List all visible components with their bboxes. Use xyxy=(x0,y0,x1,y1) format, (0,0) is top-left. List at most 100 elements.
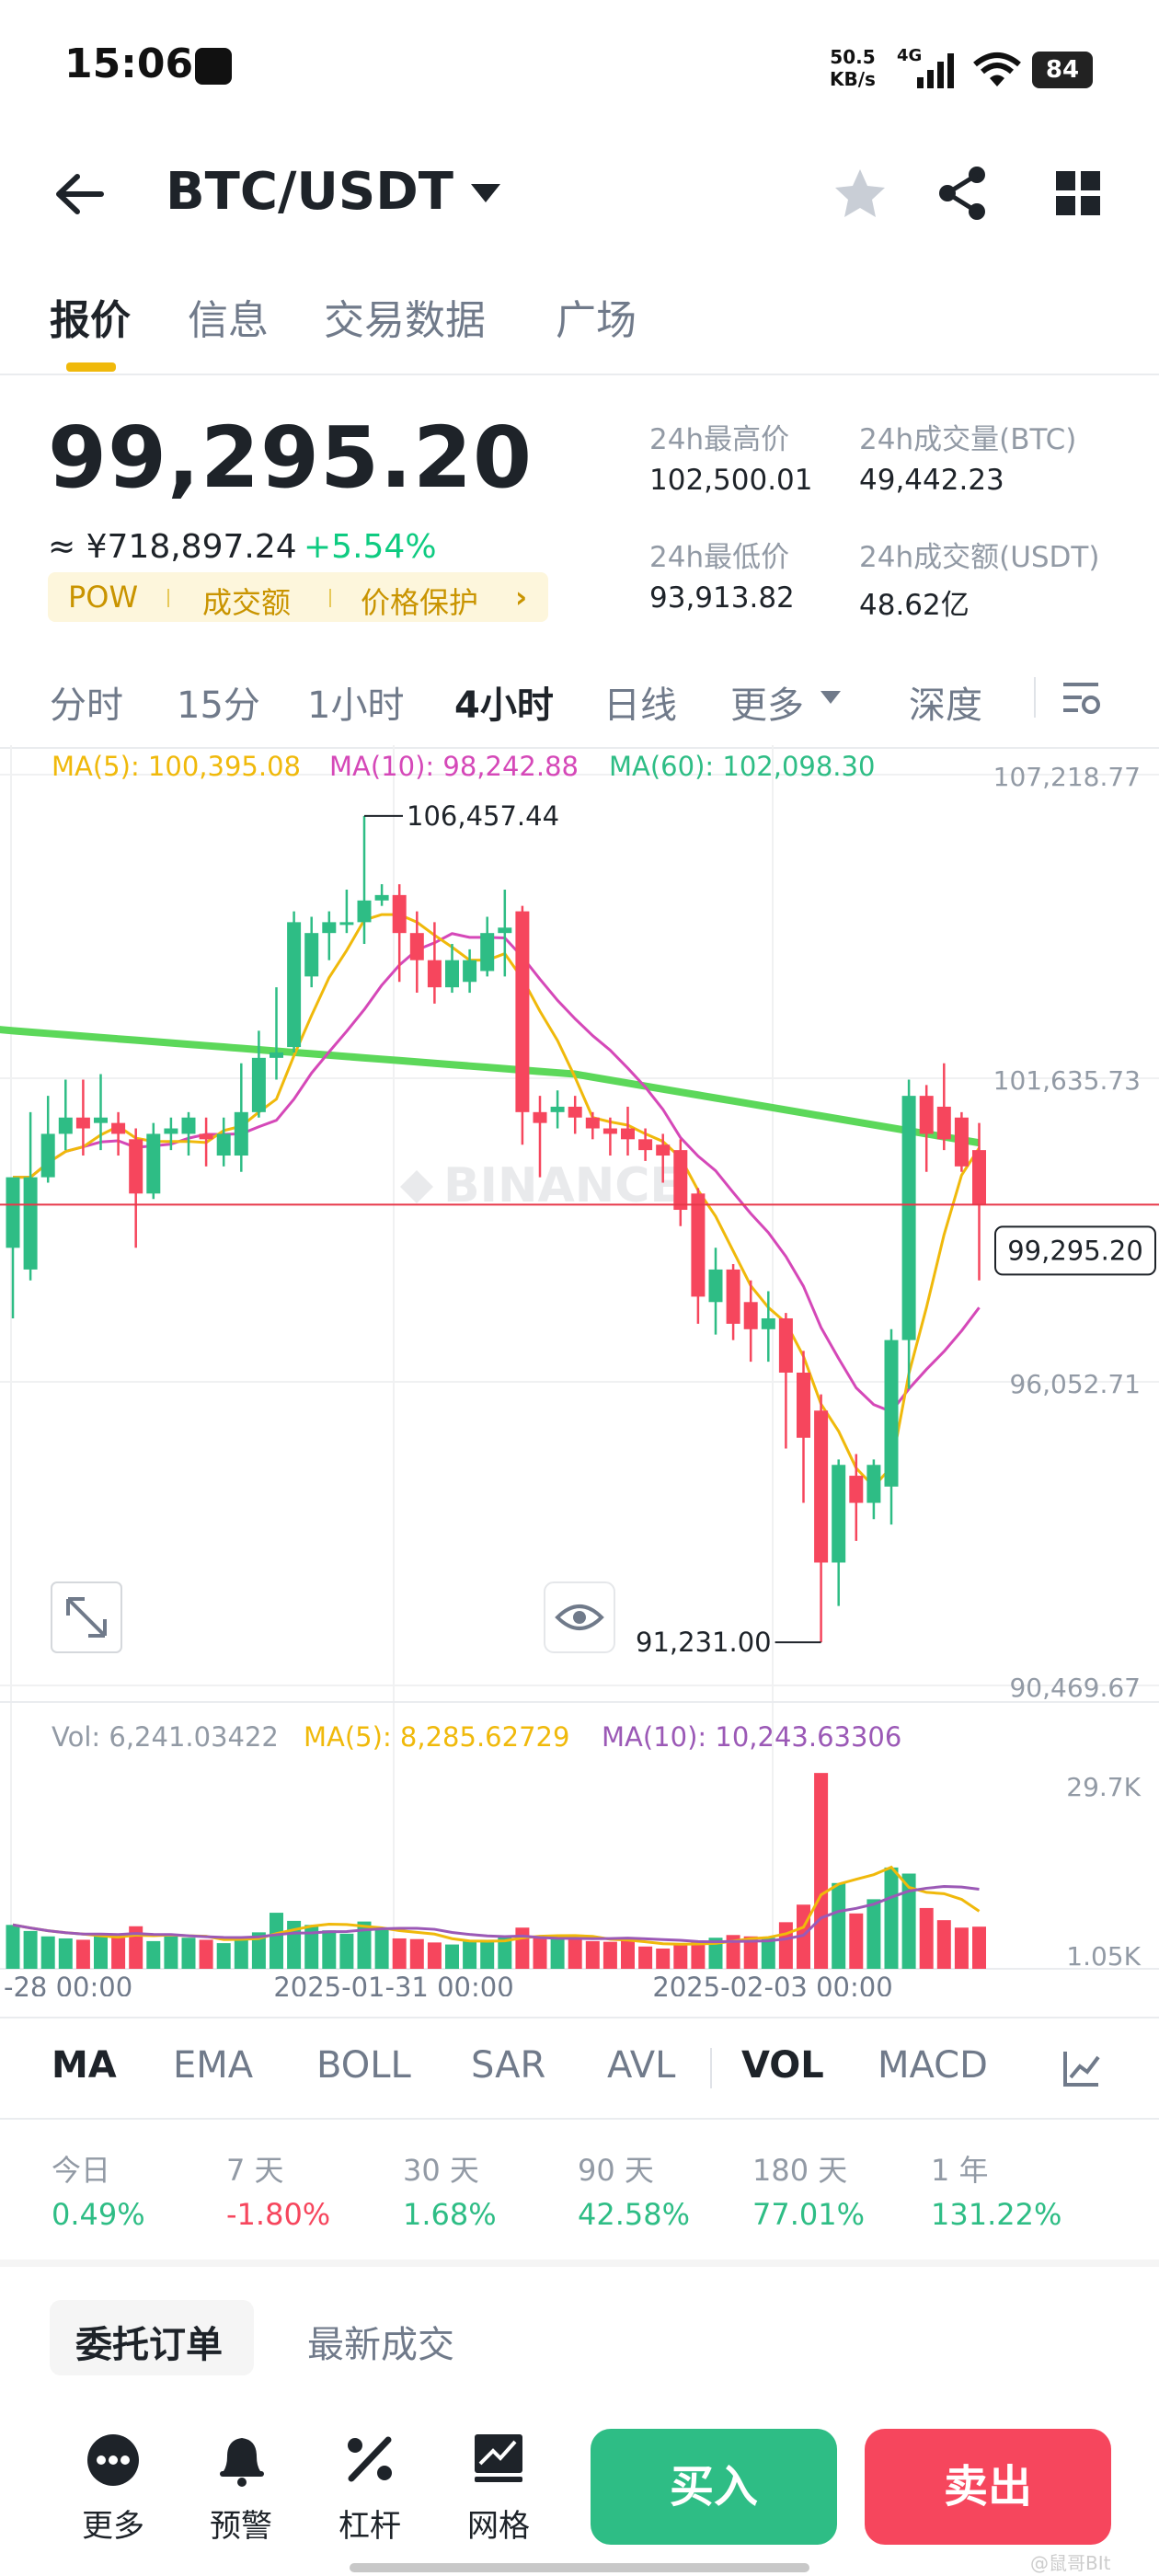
star-icon[interactable] xyxy=(833,167,887,219)
volume-bar xyxy=(199,1939,213,1969)
ma60-path xyxy=(0,1026,981,1147)
interval-15m[interactable]: 15分 xyxy=(177,675,260,729)
nav-more-label[interactable]: 更多 xyxy=(82,2501,144,2546)
nav-leverage-label[interactable]: 杠杆 xyxy=(339,2501,401,2546)
chevron-right-icon[interactable]: › xyxy=(515,580,527,615)
perf-label: 180 天 xyxy=(752,2153,848,2188)
network-speed-unit: KB/s xyxy=(830,68,876,90)
legend-ma60: MA(60): 102,098.30 xyxy=(609,751,875,782)
candle-body xyxy=(94,1117,108,1123)
candle-body xyxy=(936,1106,951,1140)
volume-axis-label: 29.7K xyxy=(1066,1772,1141,1802)
sell-button[interactable]: 卖出 xyxy=(865,2429,1111,2545)
candle-body xyxy=(181,1117,196,1134)
price-axis-label: 90,469.67 xyxy=(1009,1673,1141,1703)
interval-1d[interactable]: 日线 xyxy=(603,675,677,729)
chart-grid xyxy=(0,745,1159,1970)
volume-bar xyxy=(972,1926,986,1969)
indicator-sar[interactable]: SAR xyxy=(471,2044,545,2087)
grid-trading-icon[interactable] xyxy=(471,2431,526,2486)
volume-bar xyxy=(270,1913,283,1969)
volume-bars xyxy=(6,1773,986,1969)
nav-grid-label[interactable]: 网格 xyxy=(467,2501,530,2546)
candle-body xyxy=(691,1193,706,1297)
volume-bar xyxy=(146,1940,161,1969)
volume-bar xyxy=(23,1930,38,1969)
volume-bar xyxy=(849,1913,864,1969)
chevron-down-icon[interactable] xyxy=(819,688,843,707)
active-tab-indicator xyxy=(66,362,116,372)
tag-pow[interactable]: POW xyxy=(68,580,138,615)
tab-latest-trades[interactable]: 最新成交 xyxy=(307,2315,454,2368)
candle-body xyxy=(40,1133,55,1178)
more-icon[interactable] xyxy=(86,2432,141,2488)
candle-body xyxy=(743,1302,758,1329)
perf-value: 42.58% xyxy=(578,2197,691,2232)
price-axis-label: 96,052.71 xyxy=(1009,1369,1141,1399)
tab-open-orders[interactable]: 委托订单 xyxy=(75,2315,223,2368)
indicator-ma[interactable]: MA xyxy=(52,2044,117,2087)
share-icon[interactable] xyxy=(936,166,990,221)
perf-value: 131.22% xyxy=(931,2197,1062,2232)
tab-trading-data[interactable]: 交易数据 xyxy=(324,287,486,346)
nav-alert-label[interactable]: 预警 xyxy=(210,2501,272,2546)
network-speed: 50.5 KB/s xyxy=(830,46,876,90)
indicator-vol[interactable]: VOL xyxy=(741,2044,824,2087)
pair-selector[interactable]: BTC/USDT xyxy=(166,162,453,222)
volume-bar xyxy=(445,1944,459,1969)
candle-body xyxy=(357,900,372,923)
grid-icon[interactable] xyxy=(1054,169,1102,217)
chevron-down-icon[interactable] xyxy=(467,180,504,206)
interval-timeline[interactable]: 分时 xyxy=(50,675,123,729)
interval-4h[interactable]: 4小时 xyxy=(454,675,554,729)
home-indicator[interactable] xyxy=(350,2563,809,2572)
clock: 15:06 xyxy=(64,40,194,87)
divider xyxy=(0,2118,1159,2120)
candle-body xyxy=(585,1117,600,1129)
tag-bar[interactable]: POW 成交额 价格保护 › xyxy=(48,572,548,622)
interval-more[interactable]: 更多 xyxy=(730,675,804,729)
volume-bar xyxy=(936,1920,951,1969)
low-value: 93,913.82 xyxy=(649,581,795,615)
candle-body xyxy=(726,1269,740,1324)
volume-legend-ma5: MA(5): 8,285.62729 xyxy=(304,1721,569,1753)
indicator-macd[interactable]: MACD xyxy=(878,2044,988,2087)
buy-button[interactable]: 买入 xyxy=(591,2429,837,2545)
chart-settings-icon[interactable] xyxy=(1060,677,1102,718)
candle-body xyxy=(954,1117,969,1167)
interval-depth[interactable]: 深度 xyxy=(909,675,982,729)
candle-body xyxy=(234,1111,248,1156)
tab-quote[interactable]: 报价 xyxy=(50,287,131,346)
interval-1h[interactable]: 1小时 xyxy=(307,675,404,729)
leverage-icon[interactable] xyxy=(342,2431,397,2488)
volume-bar xyxy=(463,1940,477,1969)
candle-body xyxy=(708,1269,723,1303)
candle-body xyxy=(199,1133,213,1140)
candlestick-chart[interactable]: BINANCE MA(5): 100,395.08 MA(10): 98,242… xyxy=(0,745,1159,1996)
tag-price-protection[interactable]: 价格保护 xyxy=(361,580,478,622)
indicator-settings-icon[interactable] xyxy=(1061,2048,1102,2088)
volume-bar xyxy=(392,1938,407,1969)
fullscreen-button[interactable] xyxy=(51,1581,122,1653)
visibility-toggle[interactable] xyxy=(544,1581,615,1653)
volume-bar xyxy=(374,1928,389,1969)
tag-turnover[interactable]: 成交额 xyxy=(202,580,291,622)
indicator-boll[interactable]: BOLL xyxy=(316,2044,411,2087)
time-axis-label: 2025-02-03 00:00 xyxy=(652,1972,892,1996)
indicator-avl[interactable]: AVL xyxy=(607,2044,675,2087)
divider xyxy=(710,2048,712,2088)
tab-square[interactable]: 广场 xyxy=(556,287,637,346)
back-arrow-icon[interactable] xyxy=(53,171,105,217)
tab-info[interactable]: 信息 xyxy=(188,287,269,346)
bell-icon[interactable] xyxy=(214,2431,270,2488)
high-marker-label: 106,457.44 xyxy=(407,800,559,832)
status-bar: 15:06 50.5 KB/s 4G 84 xyxy=(0,0,1159,138)
volume-bar xyxy=(234,1939,248,1969)
volume-bar xyxy=(427,1942,442,1969)
perf-value: 77.01% xyxy=(752,2197,866,2232)
volume-bar xyxy=(866,1899,881,1969)
candle-body xyxy=(409,933,424,960)
high-value: 102,500.01 xyxy=(649,464,813,497)
candle-body xyxy=(621,1128,635,1140)
indicator-ema[interactable]: EMA xyxy=(173,2044,253,2087)
